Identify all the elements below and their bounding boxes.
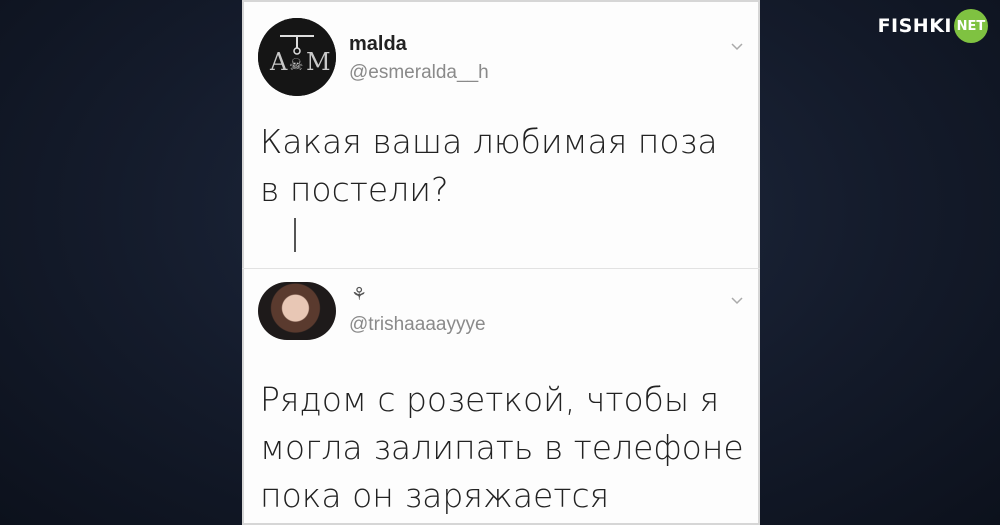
- tweet-text: Какая ваша любимая поза в постели?: [260, 122, 718, 209]
- user-handle[interactable]: @trishaaaayyye: [349, 314, 486, 336]
- watermark-badge: NET: [954, 9, 988, 43]
- svg-text:☠: ☠: [289, 55, 303, 74]
- text-cursor: [294, 218, 296, 252]
- chevron-down-icon[interactable]: [730, 40, 744, 54]
- svg-text:A: A: [269, 48, 288, 76]
- fishki-watermark: FISHKI NET: [877, 9, 988, 43]
- watermark-text: FISHKI: [877, 15, 952, 37]
- avatar-logo-icon: A ☠ M: [258, 18, 336, 96]
- user-handle[interactable]: @esmeralda__h: [349, 62, 489, 84]
- tweet-text: Рядом с розеткой, чтобы я могла залипать…: [260, 380, 744, 515]
- avatar-malda[interactable]: A ☠ M: [258, 18, 336, 96]
- username[interactable]: malda: [349, 33, 407, 56]
- chevron-down-icon[interactable]: [730, 294, 744, 308]
- svg-text:M: M: [306, 48, 331, 76]
- tweet-card: A ☠ M malda @esmeralda__h Какая ваша люб…: [242, 0, 760, 525]
- avatar-trisha[interactable]: [258, 282, 336, 340]
- tweet-1[interactable]: A ☠ M malda @esmeralda__h Какая ваша люб…: [242, 0, 760, 269]
- display-name[interactable]: ⚘: [351, 284, 367, 305]
- tweet-2[interactable]: ⚘ @trishaaaayyye Рядом с розеткой, чтобы…: [242, 268, 760, 516]
